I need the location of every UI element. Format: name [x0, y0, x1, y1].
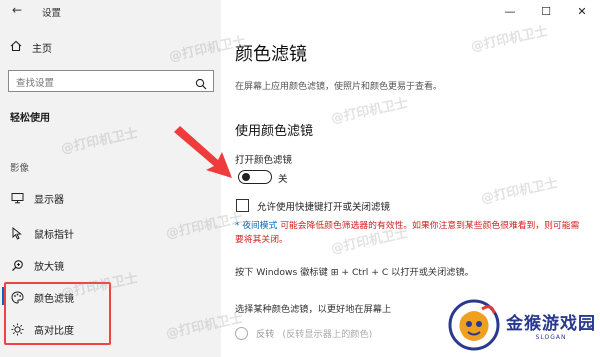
search-icon[interactable]: [195, 75, 207, 94]
search-input[interactable]: [9, 73, 179, 94]
warning-text: * 夜间模式 可能会降低颜色筛选器的有效性。如果你注意到某些颜色很难看到，则可能…: [235, 219, 585, 247]
red-arrow-annotation: [174, 126, 232, 178]
radio-label: 反转: [256, 329, 275, 340]
sidebar-item-label: 主页: [32, 44, 52, 55]
group-label: 影像: [10, 163, 30, 174]
color-filter-toggle[interactable]: [238, 170, 272, 184]
section-heading: 轻松使用: [10, 113, 50, 124]
sidebar-item-home[interactable]: 主页: [10, 40, 52, 55]
close-button[interactable]: ✕: [564, 0, 600, 22]
logo-slogan: SLOGAN: [535, 333, 567, 341]
radio-invert[interactable]: 反转 (反转显示器上的颜色): [235, 326, 372, 340]
search-box[interactable]: [8, 70, 214, 94]
toggle-knob: [242, 173, 250, 181]
sidebar-item-label: 放大镜: [34, 261, 64, 273]
sidebar-item-label: 显示器: [34, 194, 64, 206]
page-description: 在屏幕上应用颜色滤镜，使照片和颜色更易于查看。: [235, 82, 443, 92]
minimize-button[interactable]: —: [492, 0, 528, 22]
back-arrow-icon[interactable]: ←: [12, 3, 22, 17]
toggle-state-text: 关: [278, 174, 288, 185]
display-icon: [10, 191, 24, 205]
shortcut-hint: 按下 Windows 徽标键 ⊞ + Ctrl + C 以打开或关闭滤镜。: [235, 267, 474, 278]
section-subtitle: 使用颜色滤镜: [235, 124, 314, 139]
radio-button[interactable]: [235, 326, 248, 340]
shortcut-checkbox-label[interactable]: 允许使用快捷键打开或关闭滤镜: [257, 199, 390, 213]
sidebar-item-display[interactable]: 显示器: [10, 187, 210, 209]
radio-hint: (反转显示器上的颜色): [282, 329, 373, 340]
logo-text: 金猴游戏园: [506, 313, 596, 334]
home-icon: [10, 40, 22, 55]
window-title: 设置: [42, 8, 62, 19]
filter-select-text: 选择某种颜色滤镜，以更好地在屏幕上: [235, 304, 392, 315]
monkey-logo-icon: [448, 299, 500, 350]
magnifier-icon: [10, 258, 24, 272]
logo-badge: 金猴游戏园 SLOGAN: [448, 292, 600, 357]
sidebar-item-label: 鼠标指针: [34, 229, 74, 241]
maximize-button[interactable]: ☐: [528, 0, 564, 22]
mouse-pointer-icon: [10, 226, 24, 240]
toggle-label: 打开颜色滤镜: [235, 155, 293, 166]
window-controls: — ☐ ✕: [492, 0, 600, 22]
